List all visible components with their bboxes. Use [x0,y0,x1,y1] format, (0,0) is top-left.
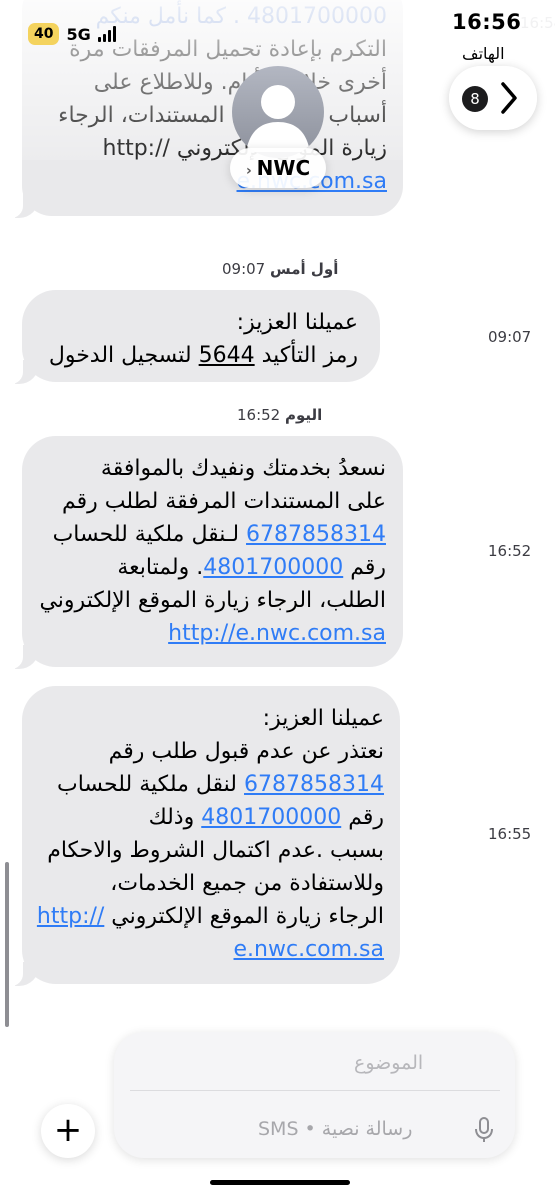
message-text: لتسجيل الدخول [48,343,199,368]
bubble-tail [9,645,39,669]
message-time: 09:07 [488,328,532,346]
message-bubble-3[interactable]: نسعدُ بخدمتك ونفيدك بالموافقة على المستن… [9,436,403,669]
message-line: أخرى خلال 3 أيام. وللاطلاع على [93,70,387,95]
message-line: زيارة الموقع الإلكتروني //:http [102,136,388,161]
message-line: رقم 4801700000. ولمتابعة [32,551,386,584]
chevron-right-icon[interactable] [497,78,521,118]
network-type: 5G [66,24,91,44]
status-bar-left: 40 5G [28,22,116,46]
website-link-part[interactable]: e.nwc.com.sa [32,933,384,966]
confirmation-code[interactable]: 5644 [199,343,255,368]
message-input[interactable]: رسالة نصية • SMS [258,1118,412,1140]
contact-name[interactable]: › NWC [230,148,327,188]
message-line: 6787858314 لـنقل ملكية للحساب [32,518,386,551]
day-separator-label: اليوم [285,406,323,424]
message-line: رقم 4801700000 وذلك [32,801,384,834]
contact-name-label: NWC [256,156,311,180]
website-link-part[interactable]: //:http [37,904,104,929]
message-line: الطلب، الرجاء زيارة الموقع الإلكتروني [39,588,386,613]
person-silhouette-icon [246,85,310,152]
microphone-icon[interactable] [474,1116,494,1144]
day-separator-time: 16:52 [237,406,281,424]
plus-icon: + [53,1110,83,1150]
day-separator-time: 09:07 [222,260,266,278]
message-time: 16:55 [488,825,532,843]
message-text: رمز التأكيد [254,343,358,368]
message-link[interactable]: e.nwc.com.sa [34,165,387,198]
battery-indicator: 40 [28,23,60,45]
bubble-tail [9,194,39,218]
composer-divider [130,1090,500,1091]
bubble-tail [9,360,39,384]
message-line: بسبب .عدم اكتمال الشروط والاحكام [47,838,384,863]
subject-input[interactable]: الموضوع [354,1052,423,1074]
home-indicator [210,1180,350,1185]
website-link[interactable]: http://e.nwc.com.sa [32,617,386,650]
message-line: عميلنا العزيز: [236,310,358,335]
account-number-link[interactable]: 4801700000 [203,555,343,580]
message-text: وذلك [148,805,202,830]
day-separator-label: أول أمس [270,260,339,278]
message-time: 16:54 [520,14,555,32]
day-separator: أول أمس 09:07 [222,260,338,278]
day-separator: اليوم 16:52 [237,406,322,424]
message-line: 6787858314 لنقل ملكية للحساب [32,768,384,801]
message-text: . ولمتابعة [117,555,204,580]
signal-bars-icon [97,26,116,42]
message-line: رمز التأكيد 5644 لتسجيل الدخول [34,339,358,372]
message-text: رقم [343,555,386,580]
message-text: الرجاء زيارة الموقع الإلكتروني [104,904,384,929]
account-number-link[interactable]: 4801700000 [201,805,341,830]
message-line: نسعدُ بخدمتك ونفيدك بالموافقة [100,456,386,481]
unread-count-badge: 8 [462,86,488,112]
message-bubble-4[interactable]: عميلنا العزيز: نعتذر عن عدم قبول طلب رقم… [9,686,400,986]
message-text: لنقل ملكية للحساب [57,772,245,797]
request-number-link[interactable]: 6787858314 [246,522,386,547]
message-line: وللاستفادة من جميع الخدمات، [110,871,384,896]
add-attachment-button[interactable]: + [41,1104,95,1158]
status-bar-time: 16:56 [452,10,522,34]
message-line: الرجاء زيارة الموقع الإلكتروني //:http [32,900,384,933]
request-number-link[interactable]: 6787858314 [244,772,384,797]
message-text: لـنقل ملكية للحساب [52,522,247,547]
bubble-tail [9,962,39,986]
back-label[interactable]: الهاتف [462,44,505,63]
message-line: نعتذر عن عدم قبول طلب رقم [108,739,384,764]
message-line: أسباب عدم قبول المستندات، الرجاء [58,103,387,128]
chevron-left-icon: › [246,163,257,179]
message-line: عميلنا العزيز: [262,706,384,731]
contact-avatar-icon[interactable] [232,66,324,158]
scroll-indicator[interactable] [5,862,9,1027]
message-text: رقم [341,805,384,830]
message-bubble-2[interactable]: عميلنا العزيز: رمز التأكيد 5644 لتسجيل ا… [9,290,380,384]
message-line: على المستندات المرفقة لطلب رقم [61,489,386,514]
message-time: 16:52 [488,542,532,560]
